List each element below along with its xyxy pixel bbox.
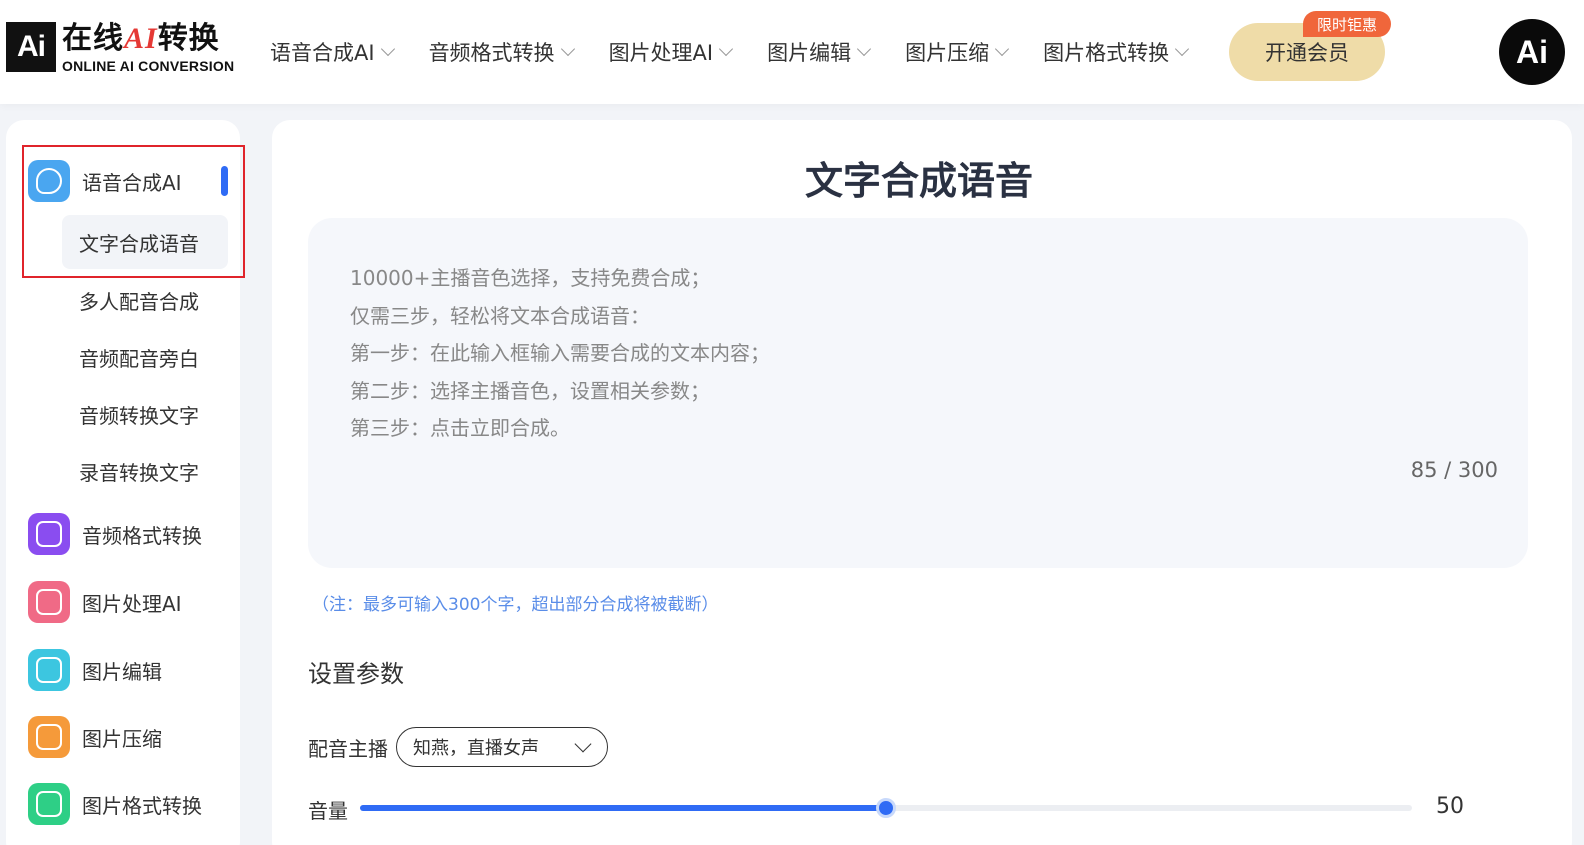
chevron-down-icon — [574, 735, 592, 753]
nav-item-image-edit[interactable]: 图片编辑 — [767, 36, 872, 68]
logo-cn-suffix: 转换 — [157, 21, 220, 56]
sidebar-group-label: 图片压缩 — [82, 726, 162, 751]
logo-mark: Ai — [6, 22, 56, 72]
sidebar-group-label: 图片编辑 — [82, 659, 162, 684]
text-input-placeholder: 10000+主播音色选择，支持免费合成； 仅需三步，轻松将文本合成语音： 第一步… — [350, 260, 770, 448]
chevron-down-icon — [1175, 41, 1190, 57]
voice-select[interactable]: 知燕，直播女声 — [396, 727, 608, 767]
sidebar-group-image-compress[interactable]: 图片压缩 — [28, 715, 162, 759]
nav-label: 语音合成AI — [270, 41, 375, 65]
chevron-down-icon — [380, 41, 395, 57]
volume-row: 音量 — [308, 795, 348, 824]
nav-label: 图片压缩 — [905, 41, 990, 65]
voice-row: 配音主播 知燕，直播女声 — [308, 727, 608, 767]
image-convert-icon — [28, 783, 70, 825]
placeholder-line: 10000+主播音色选择，支持免费合成； — [350, 266, 711, 290]
nav-item-image-compress[interactable]: 图片压缩 — [905, 36, 1010, 68]
page-title: 文字合成语音 — [804, 159, 1033, 203]
sidebar-item-recording-to-text[interactable]: 录音转换文字 — [62, 444, 228, 498]
settings-title: 设置参数 — [308, 660, 404, 688]
volume-slider-thumb[interactable] — [876, 798, 896, 818]
nav-item-image-ai[interactable]: 图片处理AI — [608, 36, 734, 68]
nav-label: 图片编辑 — [767, 41, 852, 65]
sidebar-group-label: 图片格式转换 — [82, 793, 202, 818]
sidebar-group-image-edit[interactable]: 图片编辑 — [28, 648, 162, 692]
promo-badge: 限时钜惠 — [1303, 11, 1392, 37]
sidebar-group-image-convert[interactable]: 图片格式转换 — [28, 782, 202, 826]
chevron-down-icon — [857, 41, 872, 57]
volume-slider-fill — [360, 805, 886, 811]
input-limit-note: （注：最多可输入300个字，超出部分合成将被截断） — [312, 595, 719, 615]
sidebar-group-label: 图片处理AI — [82, 591, 182, 616]
volume-value: 50 — [1436, 794, 1464, 819]
audio-convert-icon — [28, 513, 70, 555]
logo-cn-ai: AI — [124, 22, 158, 55]
main-nav: 语音合成AI 音频格式转换 图片处理AI 图片编辑 图片压缩 图片格式转换 — [270, 36, 1223, 68]
char-counter: 85 / 300 — [1410, 458, 1498, 482]
placeholder-line: 第三步：点击立即合成。 — [350, 416, 570, 440]
logo-text: 在线AI转换 ONLINE AI CONVERSION — [62, 22, 235, 75]
nav-label: 图片格式转换 — [1043, 41, 1170, 65]
nav-label: 音频格式转换 — [428, 41, 555, 65]
highlight-box — [22, 145, 245, 278]
sidebar-item-audio-narration[interactable]: 音频配音旁白 — [62, 330, 228, 384]
sidebar-group-label: 音频格式转换 — [82, 523, 202, 548]
voice-label: 配音主播 — [308, 736, 388, 761]
image-edit-icon — [28, 649, 70, 691]
main-panel: 文字合成语音 10000+主播音色选择，支持免费合成； 仅需三步，轻松将文本合成… — [272, 120, 1572, 845]
voice-select-value: 知燕，直播女声 — [413, 738, 539, 759]
placeholder-line: 仅需三步，轻松将文本合成语音： — [350, 303, 650, 328]
logo-cn: 在线AI转换 — [62, 22, 234, 56]
image-ai-icon — [28, 581, 70, 623]
sidebar-item-audio-to-text[interactable]: 音频转换文字 — [62, 387, 228, 441]
placeholder-line: 第一步：在此输入框输入需要合成的文本内容； — [350, 341, 770, 365]
sidebar-group-image-ai[interactable]: 图片处理AI — [28, 580, 182, 624]
chevron-down-icon — [719, 41, 734, 57]
image-compress-icon — [28, 716, 70, 758]
chevron-down-icon — [560, 41, 575, 57]
volume-label: 音量 — [308, 799, 348, 823]
logo-en: ONLINE AI CONVERSION — [62, 58, 235, 74]
logo-cn-prefix: 在线 — [62, 21, 124, 56]
top-header: Ai 在线AI转换 ONLINE AI CONVERSION 语音合成AI 音频… — [0, 0, 1584, 104]
volume-slider[interactable] — [360, 798, 1412, 818]
nav-item-voice-ai[interactable]: 语音合成AI — [270, 36, 395, 68]
nav-item-audio-convert[interactable]: 音频格式转换 — [428, 36, 575, 68]
chevron-down-icon — [995, 41, 1010, 57]
text-input-area[interactable]: 10000+主播音色选择，支持免费合成； 仅需三步，轻松将文本合成语音： 第一步… — [308, 218, 1528, 568]
sidebar-group-audio-convert[interactable]: 音频格式转换 — [28, 512, 202, 556]
nav-label: 图片处理AI — [608, 41, 714, 65]
site-logo[interactable]: Ai 在线AI转换 ONLINE AI CONVERSION — [6, 22, 234, 74]
user-avatar[interactable]: Ai — [1499, 19, 1565, 85]
sidebar-item-multi-dubbing[interactable]: 多人配音合成 — [62, 273, 228, 327]
nav-item-image-convert[interactable]: 图片格式转换 — [1043, 36, 1190, 68]
placeholder-line: 第二步：选择主播音色，设置相关参数； — [350, 378, 710, 403]
